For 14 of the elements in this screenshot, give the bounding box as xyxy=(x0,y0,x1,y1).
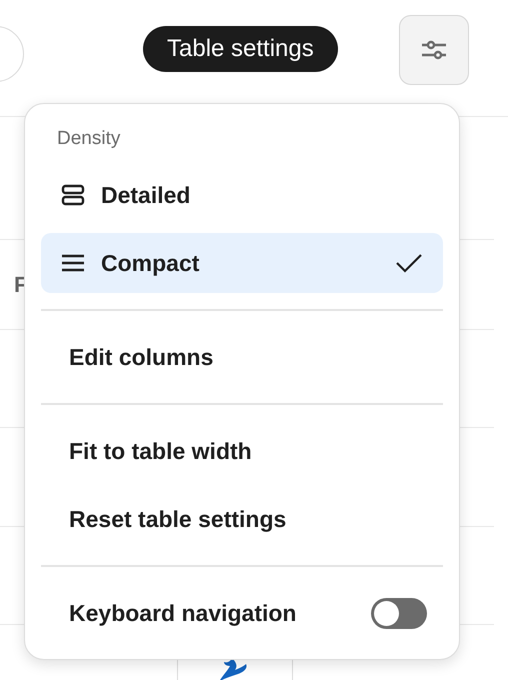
density-option[interactable]: Compact xyxy=(41,233,443,293)
section-title: Density xyxy=(56,127,122,151)
toggle-label: Keyboard navigation xyxy=(69,600,296,626)
checkmark-icon xyxy=(395,253,423,273)
toggle-switch[interactable] xyxy=(371,598,427,628)
menu-item[interactable]: Edit columns xyxy=(25,327,459,387)
three-lines-icon xyxy=(61,252,85,274)
settings-button[interactable] xyxy=(399,15,469,85)
menu-item[interactable]: Fit to table width xyxy=(25,421,459,481)
two-rows-icon xyxy=(61,184,85,206)
tooltip: Table settings xyxy=(143,26,338,72)
sliders-icon xyxy=(421,39,447,61)
density-option[interactable]: Detailed xyxy=(41,165,443,225)
menu-item[interactable]: Reset table settings xyxy=(25,489,459,549)
